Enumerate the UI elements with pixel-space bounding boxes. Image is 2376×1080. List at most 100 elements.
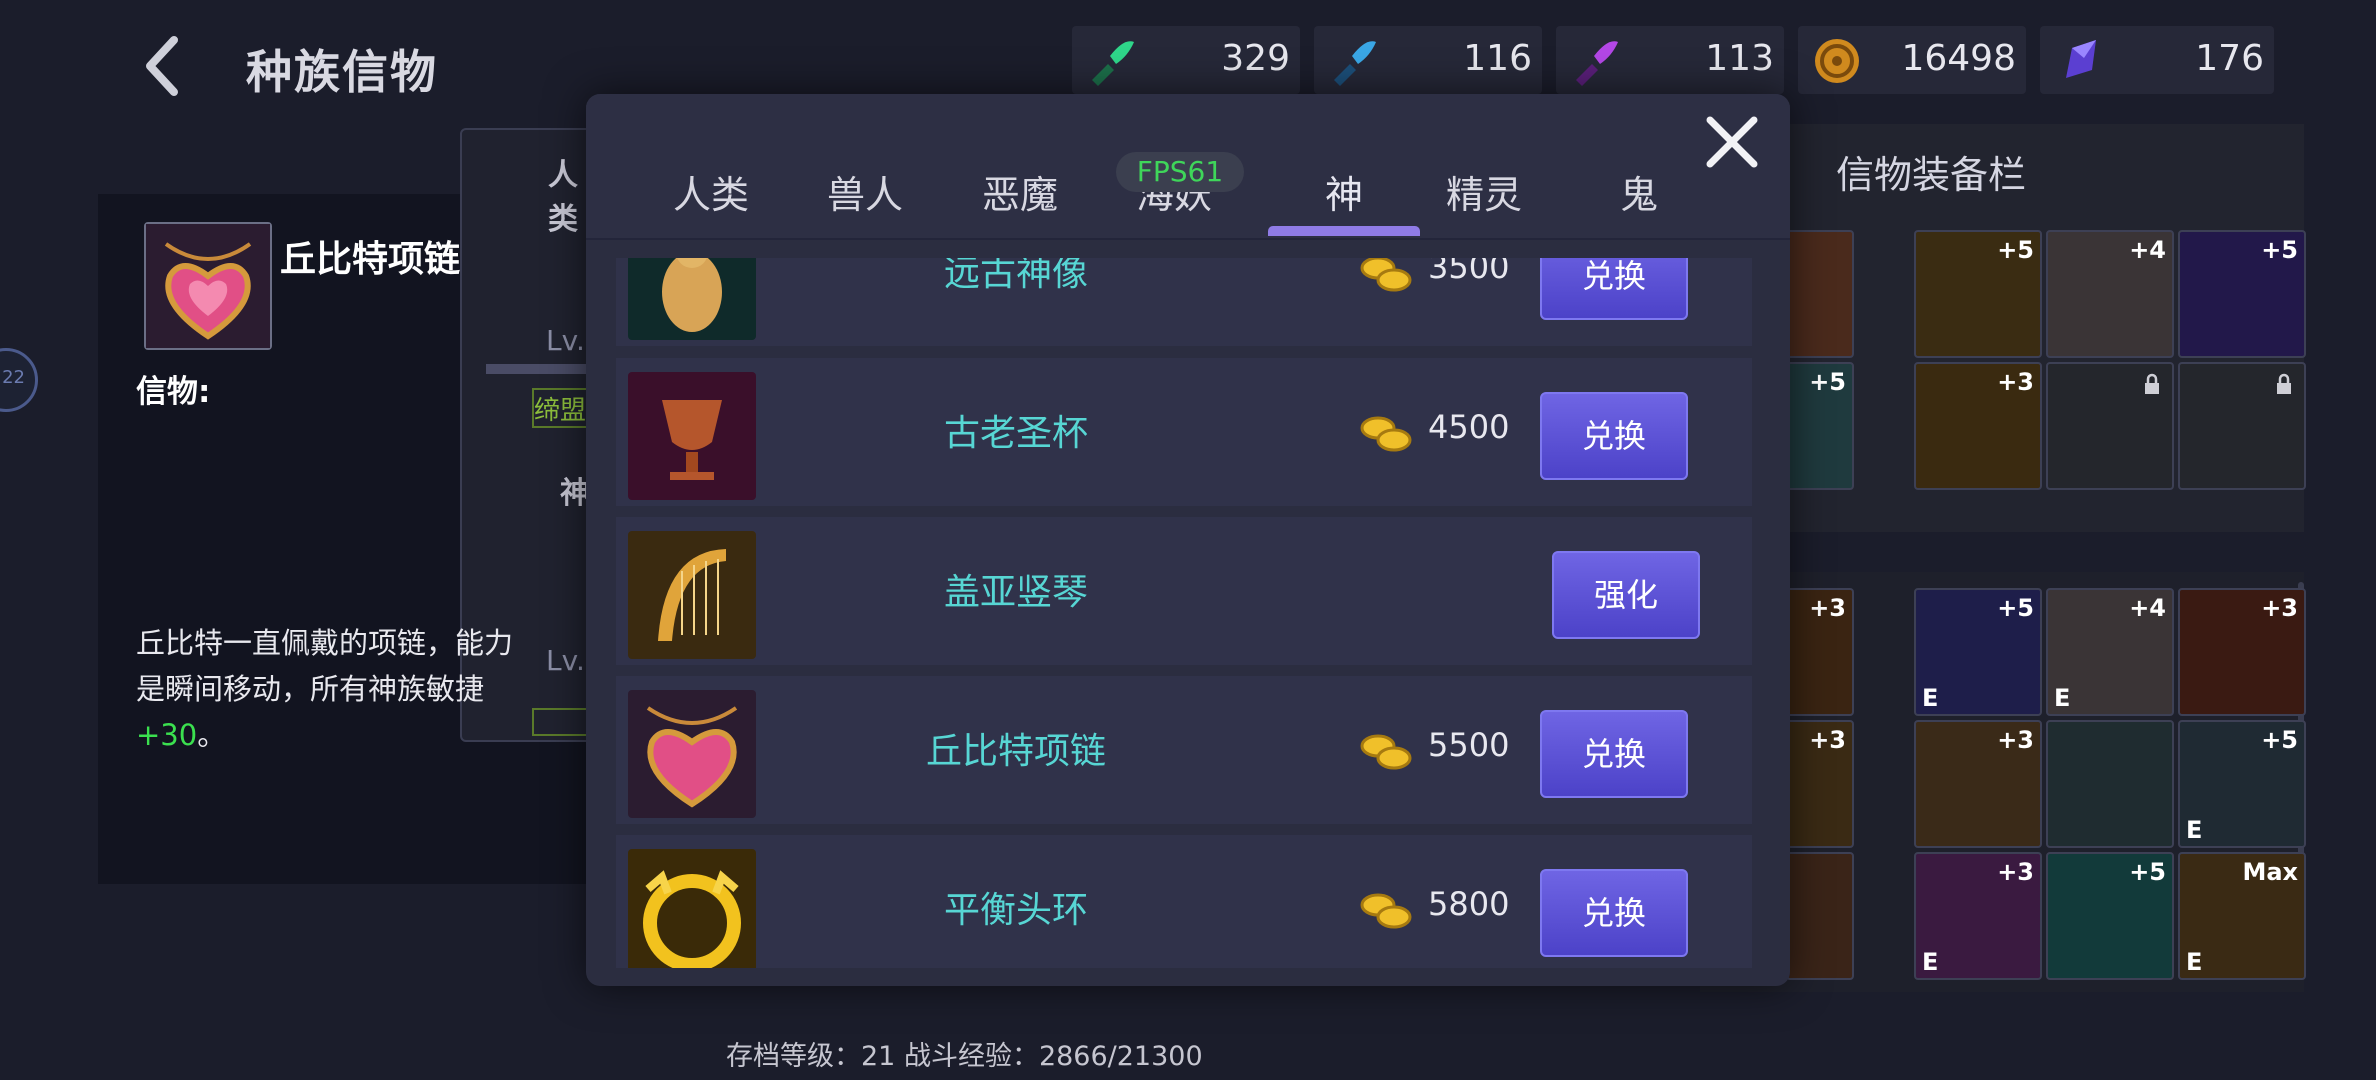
- inventory-slot[interactable]: +3: [1786, 720, 1854, 848]
- slot-level-badge: +5: [1809, 368, 1846, 396]
- coins-icon: [1360, 416, 1412, 452]
- tab-ghost[interactable]: 鬼: [1574, 164, 1704, 219]
- slot-level-badge: +5: [2261, 726, 2298, 754]
- equipment-slot[interactable]: +4: [2046, 230, 2174, 358]
- resource-value: 16498: [1901, 38, 2016, 79]
- slot-level-badge: Max: [2242, 858, 2298, 886]
- slot-level-badge: +3: [1809, 726, 1846, 754]
- inventory-slot[interactable]: +4 E: [2046, 588, 2174, 716]
- resource-crystal: 176: [2040, 26, 2274, 94]
- page-title: 种族信物: [246, 45, 438, 99]
- item-name: 古老圣杯: [943, 413, 1088, 454]
- active-tab-indicator: [1268, 226, 1420, 236]
- equipment-slot[interactable]: [2178, 362, 2306, 490]
- inventory-slot[interactable]: +3: [2178, 588, 2306, 716]
- tab-god[interactable]: 神: [1279, 164, 1409, 219]
- inventory-slot[interactable]: [1786, 852, 1854, 980]
- exchange-button[interactable]: 兑换: [1540, 392, 1688, 480]
- exchange-button[interactable]: 兑换: [1540, 258, 1688, 320]
- back-arrow-icon[interactable]: [140, 34, 184, 98]
- purple-crystal-icon: [2066, 40, 2096, 78]
- equipment-slot[interactable]: +5: [1914, 230, 2042, 358]
- level-badge-text: 22: [2, 367, 25, 388]
- slot-equipped-mark: E: [1922, 948, 1939, 976]
- item-name: 盖亚竖琴: [943, 572, 1088, 613]
- relic-bonus: +30: [136, 718, 198, 752]
- item-name: 丘比特项链: [925, 731, 1106, 772]
- coins-icon: [1360, 734, 1412, 770]
- race-column-level-2: Lv.: [546, 644, 585, 677]
- slot-level-badge: +3: [1997, 858, 2034, 886]
- inventory-slot[interactable]: +5 E: [1914, 588, 2042, 716]
- relic-description-end: 。: [197, 718, 227, 752]
- lock-icon: [2145, 373, 2159, 394]
- selected-relic-icon: [144, 222, 272, 350]
- tab-elf[interactable]: 精灵: [1419, 164, 1549, 219]
- relic-description-text: 丘比特一直佩戴的项链，能力是瞬间移动，所有神族敏捷: [136, 626, 514, 706]
- relic-list[interactable]: 远古神像 3500 兑换 古老圣杯 4500 兑换 盖亚竖琴 强化 丘比特项链 …: [616, 258, 1752, 968]
- resource-gold: 16498: [1798, 26, 2026, 94]
- exchange-button[interactable]: 兑换: [1540, 710, 1688, 798]
- coins-icon: [1360, 258, 1412, 292]
- slot-level-badge: +3: [2261, 594, 2298, 622]
- inventory-slot[interactable]: Max E: [2178, 852, 2306, 980]
- inventory-slot[interactable]: +3: [1914, 720, 2042, 848]
- slot-level-badge: +5: [1997, 594, 2034, 622]
- cupid-necklace-icon: [146, 224, 270, 348]
- equipment-slot[interactable]: +5: [1786, 362, 1854, 490]
- slot-equipped-mark: E: [1922, 684, 1939, 712]
- item-price: 4500: [1428, 408, 1510, 446]
- list-item: 平衡头环 5800 兑换: [616, 835, 1752, 968]
- equipment-slot[interactable]: [2046, 362, 2174, 490]
- list-item: 古老圣杯 4500 兑换: [616, 358, 1752, 506]
- ancient-chalice-icon: [628, 372, 756, 500]
- equipment-title: 信物装备栏: [1836, 153, 2027, 197]
- equipment-slot[interactable]: +5: [2178, 230, 2306, 358]
- tab-demon[interactable]: 恶魔: [955, 164, 1085, 219]
- inventory-slot[interactable]: +5 E: [2178, 720, 2306, 848]
- item-name: 平衡头环: [943, 890, 1088, 931]
- resource-value: 176: [2195, 38, 2264, 79]
- slot-level-badge: +4: [2129, 236, 2166, 264]
- slot-level-badge: +5: [1997, 236, 2034, 264]
- relic-description: 丘比特一直佩戴的项链，能力是瞬间移动，所有神族敏捷 +30。: [136, 620, 536, 758]
- slot-level-badge: +5: [2261, 236, 2298, 264]
- inventory-slot[interactable]: +5: [2046, 852, 2174, 980]
- gaia-harp-icon: [628, 531, 756, 659]
- ancient-statue-icon: [628, 258, 756, 340]
- equipment-slot[interactable]: +3: [1914, 362, 2042, 490]
- gold-coin-icon: [1815, 39, 1859, 83]
- equipment-slot[interactable]: [1786, 230, 1854, 358]
- tab-human[interactable]: 人类: [646, 164, 776, 219]
- inventory-slot[interactable]: [2046, 720, 2174, 848]
- save-level-info: 存档等级：21 战斗经验：2866/21300: [726, 1041, 1203, 1072]
- inventory-slot[interactable]: +3: [1786, 588, 1854, 716]
- enhance-button[interactable]: 强化: [1552, 551, 1700, 639]
- fps-overlay: FPS61: [1116, 152, 1244, 192]
- resource-value: 116: [1463, 38, 1532, 79]
- cupid-necklace-icon: [628, 690, 756, 818]
- race-column-level: Lv.: [546, 324, 585, 357]
- slot-level-badge: +3: [1809, 594, 1846, 622]
- level-badge[interactable]: 22: [0, 348, 38, 412]
- slot-equipped-mark: E: [2054, 684, 2071, 712]
- purple-potion-icon: [1576, 41, 1618, 86]
- inventory-slot[interactable]: +3 E: [1914, 852, 2042, 980]
- slot-equipped-mark: E: [2186, 816, 2203, 844]
- slot-level-badge: +4: [2129, 594, 2166, 622]
- list-item: 远古神像 3500 兑换: [616, 258, 1752, 346]
- list-item: 盖亚竖琴 强化: [616, 517, 1752, 665]
- slot-level-badge: +3: [1997, 368, 2034, 396]
- list-item: 丘比特项链 5500 兑换: [616, 676, 1752, 824]
- green-potion-icon: [1092, 41, 1134, 86]
- slot-level-badge: +5: [2129, 858, 2166, 886]
- relic-name: 丘比特项链: [280, 239, 461, 280]
- resource-blue-potion: 116: [1314, 26, 1542, 94]
- item-price: 5800: [1428, 885, 1510, 923]
- exchange-button[interactable]: 兑换: [1540, 869, 1688, 957]
- tab-orc[interactable]: 兽人: [800, 164, 930, 219]
- resource-green-potion: 329: [1072, 26, 1300, 94]
- blue-potion-icon: [1334, 41, 1376, 86]
- close-icon[interactable]: [1700, 110, 1764, 174]
- resource-value: 113: [1705, 38, 1774, 79]
